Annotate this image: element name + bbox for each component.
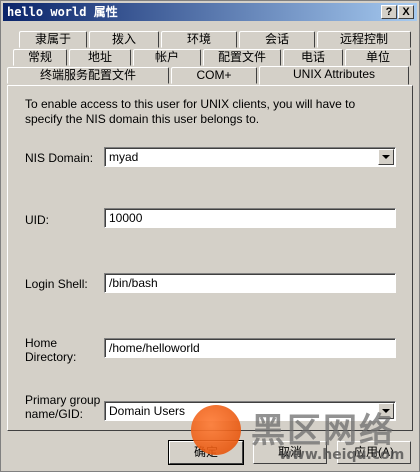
nis-domain-value: myad [109,150,139,164]
tab-panel [7,85,413,431]
home-directory-label-line1: Home [25,336,58,350]
chevron-down-icon[interactable] [378,149,394,165]
tab-dial-in[interactable]: 拨入 [89,31,159,48]
tab-organization[interactable]: 单位 [345,49,411,66]
primary-group-label: Primary group name/GID: [25,393,100,421]
home-directory-label-line2: Directory: [25,350,77,364]
watermark: 黑区网络 www.heiqu.com [187,403,419,471]
primary-group-label-line2: name/GID: [25,407,84,421]
login-shell-label: Login Shell: [25,277,88,291]
primary-group-label-line1: Primary group [25,393,101,407]
nis-domain-select[interactable]: myad [104,147,396,167]
tab-com-plus[interactable]: COM+ [171,67,257,84]
tab-remote-control[interactable]: 远程控制 [317,31,411,48]
home-directory-label: Home Directory: [25,336,76,364]
window-title: hello world 属性 [7,5,118,19]
uid-label: UID: [25,213,49,227]
watermark-text: 黑区网络 [251,411,395,451]
title-bar: hello world 属性 ? X [3,3,417,21]
tab-terminal-services-profile[interactable]: 终端服务配置文件 [7,67,169,84]
close-button[interactable]: X [398,5,414,19]
watermark-url: www.heiqu.com [279,447,405,463]
tab-member-of[interactable]: 隶属于 [19,31,87,48]
properties-dialog: hello world 属性 ? X 隶属于 拨入 环境 会话 远程控制 常规 … [0,0,420,472]
uid-input[interactable]: 10000 [104,208,396,228]
help-button[interactable]: ? [381,5,397,19]
login-shell-input[interactable]: /bin/bash [104,273,396,293]
tab-account[interactable]: 帐户 [133,49,201,66]
home-directory-input[interactable]: /home/helloworld [104,338,396,358]
tab-telephones[interactable]: 电话 [283,49,343,66]
tab-sessions[interactable]: 会话 [239,31,315,48]
tab-environment[interactable]: 环境 [161,31,237,48]
tab-profile[interactable]: 配置文件 [203,49,281,66]
tab-unix-attributes[interactable]: UNIX Attributes [259,66,409,85]
watermark-logo-icon [191,405,241,455]
nis-domain-label: NIS Domain: [25,151,94,165]
primary-group-value: Domain Users [109,404,186,418]
tab-address[interactable]: 地址 [69,49,131,66]
tab-general[interactable]: 常规 [13,49,67,66]
info-text: To enable access to this user for UNIX c… [25,97,356,126]
